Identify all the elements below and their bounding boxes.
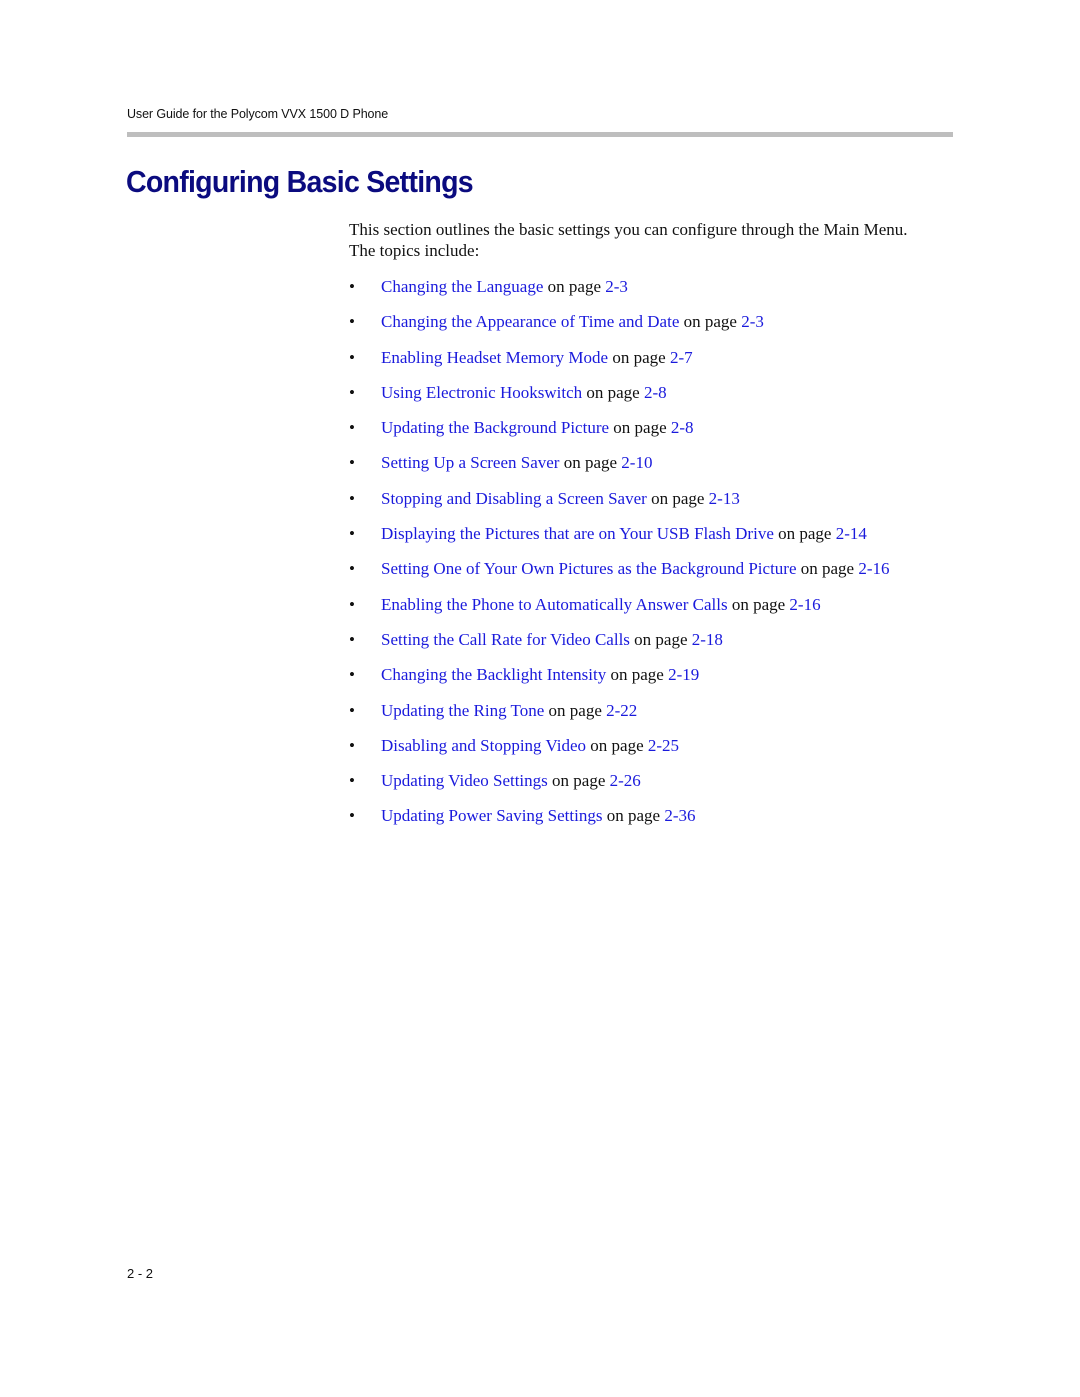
page-reference-link[interactable]: 2-7 <box>670 348 693 367</box>
page-connector-text: on page <box>582 382 644 402</box>
page-reference-link[interactable]: 2-26 <box>610 771 641 790</box>
page-reference-link[interactable]: 2-22 <box>606 701 637 720</box>
running-header: User Guide for the Polycom VVX 1500 D Ph… <box>127 107 389 121</box>
topic-list-item: • Setting Up a Screen Saver on page 2-10 <box>349 452 890 487</box>
topic-link[interactable]: Updating Video Settings <box>381 771 548 790</box>
page-connector-text: on page <box>727 594 790 614</box>
topic-list-item: • Enabling Headset Memory Mode on page 2-… <box>349 347 890 382</box>
page-connector-text: on page <box>559 453 622 473</box>
page-reference-link[interactable]: 2-3 <box>605 277 628 296</box>
topic-link[interactable]: Updating the Ring Tone <box>381 701 544 720</box>
topic-link[interactable]: Enabling Headset Memory Mode <box>381 348 608 367</box>
bullet-icon: • <box>349 559 355 579</box>
page-reference-link[interactable]: 2-10 <box>621 453 652 472</box>
page-reference-link[interactable]: 2-13 <box>709 489 740 508</box>
topic-link[interactable]: Updating the Background Picture <box>381 418 609 437</box>
page-reference-link[interactable]: 2-14 <box>836 524 867 543</box>
page-reference-link[interactable]: 2-8 <box>671 418 694 437</box>
topic-list-item: • Stopping and Disabling a Screen Saver o… <box>349 488 890 523</box>
page-reference-link[interactable]: 2-19 <box>668 665 699 684</box>
page-title: Configuring Basic Settings <box>126 164 474 199</box>
topic-link[interactable]: Changing the Language <box>381 277 543 296</box>
bullet-icon: • <box>349 594 355 614</box>
topic-link[interactable]: Enabling the Phone to Automatically Answ… <box>381 595 728 614</box>
topic-list-item: • Updating Video Settings on page 2-26 <box>349 770 890 805</box>
bullet-icon: • <box>349 418 355 438</box>
topic-list-item: • Setting One of Your Own Pictures as the… <box>349 558 890 593</box>
page-connector-text: on page <box>609 418 671 438</box>
page-connector-text: on page <box>646 488 709 508</box>
bullet-icon: • <box>349 382 355 402</box>
page-reference-link[interactable]: 2-3 <box>741 312 764 331</box>
page-reference-link[interactable]: 2-16 <box>858 559 889 578</box>
topic-list: • Changing the Language on page 2-3 • Chang… <box>349 276 890 841</box>
page-reference-link[interactable]: 2-16 <box>789 595 820 614</box>
page-connector-text: on page <box>773 524 836 544</box>
bullet-icon: • <box>349 700 355 720</box>
bullet-icon: • <box>349 629 355 649</box>
bullet-icon: • <box>349 735 355 755</box>
topic-list-item: • Setting the Call Rate for Video Calls o… <box>349 629 890 664</box>
bullet-icon: • <box>349 347 355 367</box>
topic-list-item: • Using Electronic Hookswitch on page 2-8 <box>349 382 890 417</box>
topic-list-item: • Disabling and Stopping Video on page 2-… <box>349 735 890 770</box>
topic-link[interactable]: Disabling and Stopping Video <box>381 736 586 755</box>
topic-link[interactable]: Setting One of Your Own Pictures as the … <box>381 559 797 578</box>
page-connector-text: on page <box>547 771 610 791</box>
topic-list-item: • Displaying the Pictures that are on You… <box>349 523 890 558</box>
page-connector-text: on page <box>543 277 606 296</box>
page-connector-text: on page <box>679 312 742 332</box>
page-connector-text: on page <box>796 559 859 579</box>
topic-list-item: • Changing the Backlight Intensity on pag… <box>349 664 890 699</box>
page-reference-link[interactable]: 2-25 <box>648 736 679 755</box>
topic-list-item: • Updating the Background Picture on page… <box>349 417 890 452</box>
page-connector-text: on page <box>586 735 648 755</box>
bullet-icon: • <box>349 488 355 508</box>
page-connector-text: on page <box>606 665 669 685</box>
header-rule <box>127 132 953 137</box>
topic-list-item: • Changing the Language on page 2-3 <box>349 276 890 311</box>
topic-link[interactable]: Stopping and Disabling a Screen Saver <box>381 489 647 508</box>
page-connector-text: on page <box>608 347 670 367</box>
topic-link[interactable]: Setting the Call Rate for Video Calls <box>381 630 630 649</box>
topic-list-item: • Enabling the Phone to Automatically Ans… <box>349 594 890 629</box>
topic-link[interactable]: Changing the Appearance of Time and Date <box>381 312 679 331</box>
bullet-icon: • <box>349 771 355 791</box>
topic-link[interactable]: Updating Power Saving Settings <box>381 806 602 825</box>
bullet-icon: • <box>349 453 355 473</box>
bullet-icon: • <box>349 665 355 685</box>
page-connector-text: on page <box>602 806 665 826</box>
topic-list-item: • Changing the Appearance of Time and Dat… <box>349 311 890 346</box>
page-reference-link[interactable]: 2-36 <box>664 806 695 825</box>
bullet-icon: • <box>349 806 355 826</box>
page-connector-text: on page <box>544 700 607 720</box>
topic-list-item: • Updating Power Saving Settings on page … <box>349 805 890 840</box>
page-connector-text: on page <box>629 629 692 649</box>
topic-link[interactable]: Using Electronic Hookswitch <box>381 383 582 402</box>
bullet-icon: • <box>349 312 355 332</box>
bullet-icon: • <box>349 524 355 544</box>
topic-link[interactable]: Changing the Backlight Intensity <box>381 665 606 684</box>
topic-link[interactable]: Setting Up a Screen Saver <box>381 453 559 472</box>
topic-list-item: • Updating the Ring Tone on page 2-22 <box>349 700 890 735</box>
page-reference-link[interactable]: 2-18 <box>692 630 723 649</box>
page-number: 2 - 2 <box>127 1266 154 1281</box>
bullet-icon: • <box>349 277 355 296</box>
page-reference-link[interactable]: 2-8 <box>644 383 667 402</box>
topic-link[interactable]: Displaying the Pictures that are on Your… <box>381 524 774 543</box>
intro-paragraph: This section outlines the basic settings… <box>349 220 908 260</box>
